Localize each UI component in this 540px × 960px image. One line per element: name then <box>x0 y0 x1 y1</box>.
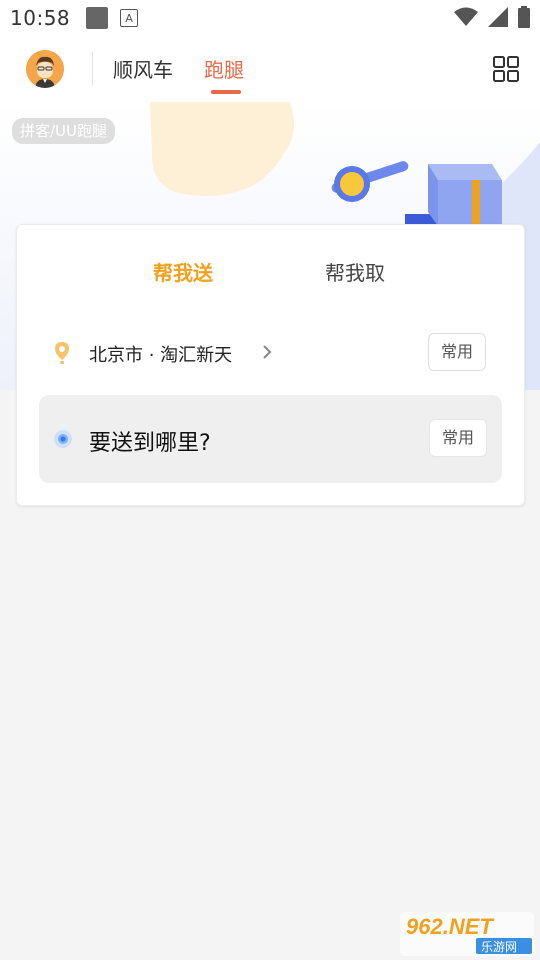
tab-send-for-me[interactable]: 帮我送 <box>153 257 213 286</box>
chevron-right-icon <box>263 345 272 359</box>
pickup-address-row[interactable]: 北京市 · 淘汇新天 常用 <box>17 329 524 375</box>
hero-tag: 拼客/UU跑腿 <box>12 118 116 144</box>
tab-fetch-for-me[interactable]: 帮我取 <box>325 257 385 286</box>
tab-paotui[interactable]: 跑腿 <box>204 54 244 83</box>
pickup-common-button[interactable]: 常用 <box>428 333 486 371</box>
tab-shunfengche[interactable]: 顺风车 <box>113 54 173 83</box>
active-tab-indicator <box>211 90 241 94</box>
destination-input[interactable]: 要送到哪里? 常用 <box>39 395 502 483</box>
battery-icon <box>518 6 530 28</box>
notification-square-icon <box>86 7 109 29</box>
destination-placeholder: 要送到哪里? <box>89 431 211 456</box>
text-a-icon: A <box>120 9 139 27</box>
top-nav: 顺风车 跑腿 <box>0 36 540 102</box>
status-time: 10:58 <box>10 6 71 30</box>
status-bar: 10:58 A <box>0 0 540 36</box>
site-watermark: 962.NET 乐游网 <box>400 912 534 956</box>
grid-menu-icon[interactable] <box>493 56 519 82</box>
destination-common-button[interactable]: 常用 <box>429 419 487 457</box>
signal-icon <box>488 7 508 27</box>
watermark-text-bottom: 乐游网 <box>481 940 517 954</box>
nav-divider <box>92 52 93 86</box>
pickup-address: 北京市 · 淘汇新天 <box>89 345 233 366</box>
wifi-icon <box>454 7 478 26</box>
delivery-card: 帮我送 帮我取 北京市 · 淘汇新天 常用 要送到哪里? 常用 <box>16 224 525 506</box>
user-avatar-icon[interactable] <box>26 50 64 88</box>
destination-dot-icon <box>54 430 72 448</box>
location-pin-icon <box>55 342 69 364</box>
watermark-text-top: 962.NET <box>406 914 494 939</box>
